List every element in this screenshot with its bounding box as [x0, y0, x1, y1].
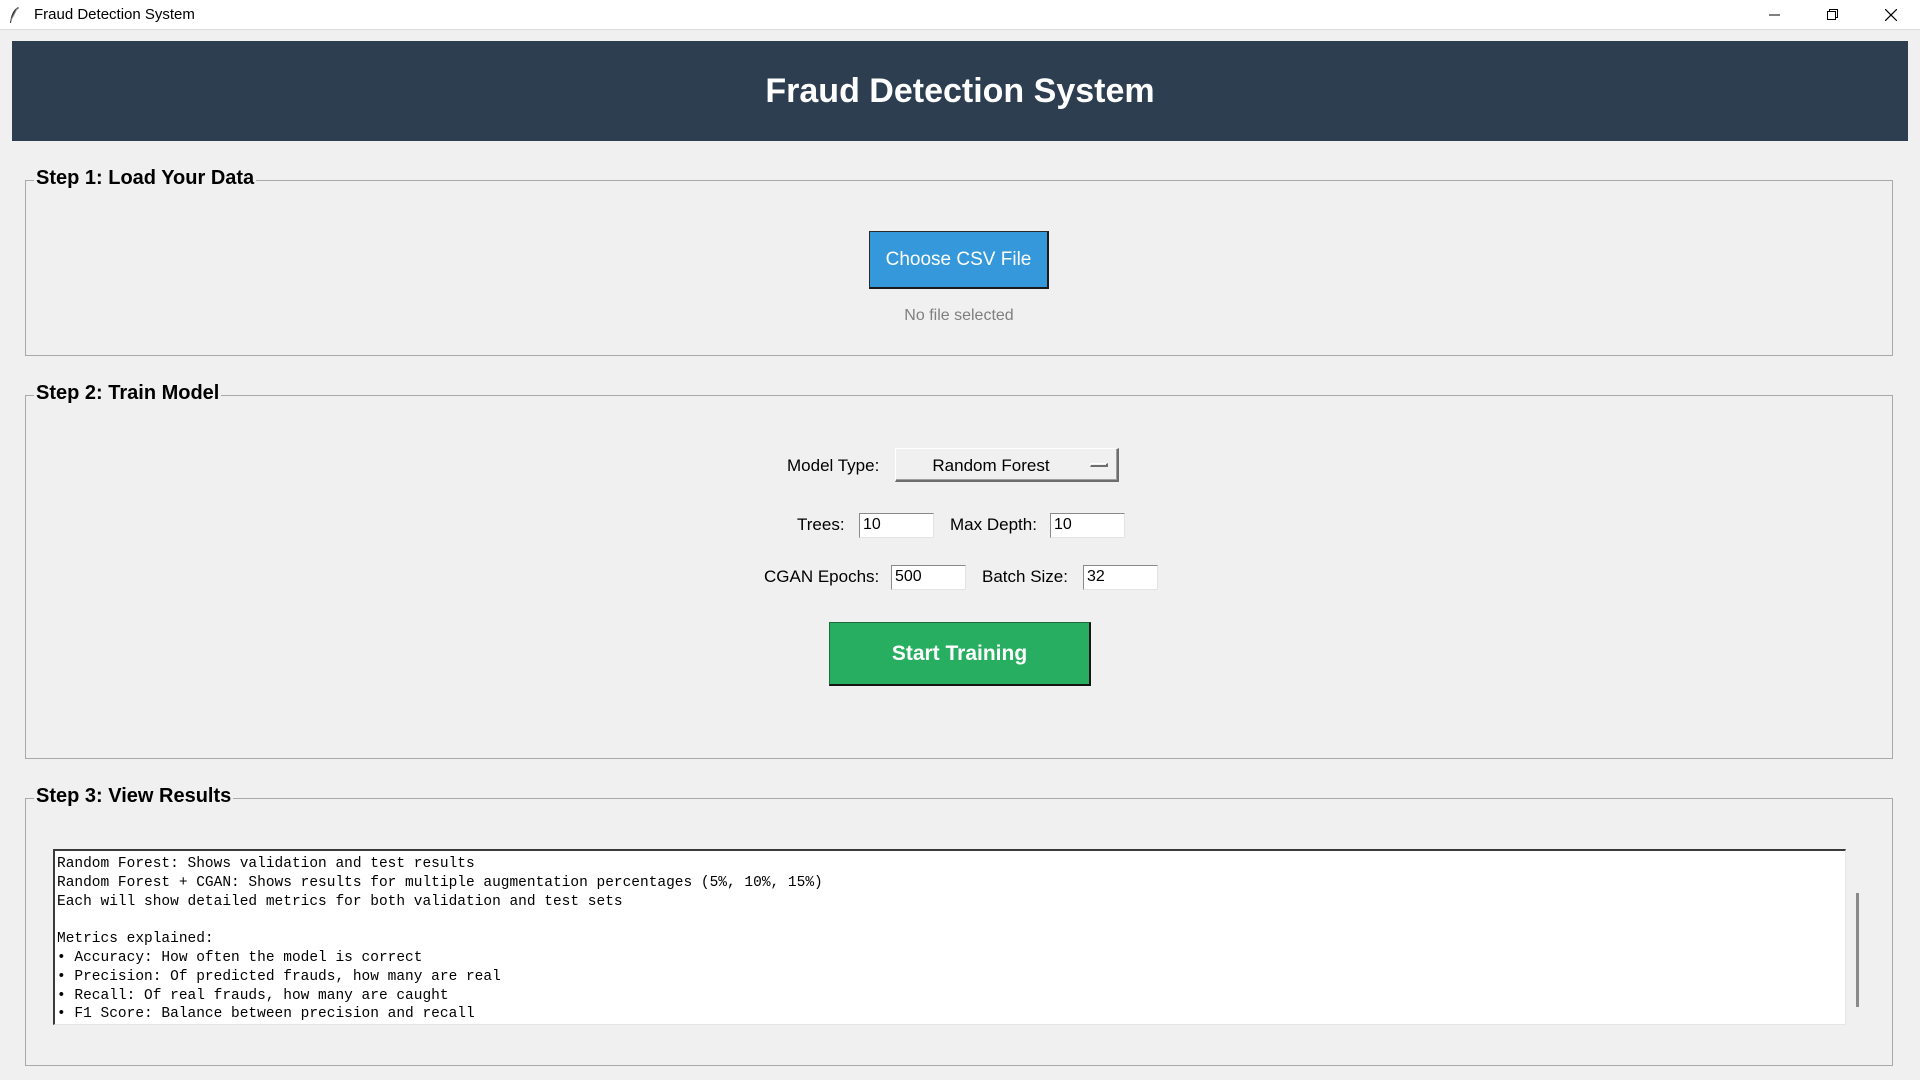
cgan-epochs-input[interactable]: 500	[891, 565, 966, 590]
start-training-button[interactable]: Start Training	[829, 622, 1091, 686]
feather-icon	[8, 6, 22, 24]
results-line: Random Forest: Shows validation and test…	[57, 856, 475, 872]
batch-size-label: Batch Size:	[982, 567, 1068, 586]
minimize-button[interactable]	[1746, 0, 1804, 29]
model-type-dropdown[interactable]: Random Forest	[895, 448, 1119, 482]
step1-load-data-group: Step 1: Load Your Data Choose CSV File N…	[25, 167, 1893, 356]
choose-csv-button[interactable]: Choose CSV File	[869, 231, 1049, 289]
step1-label: Step 1: Load Your Data	[34, 167, 257, 190]
close-button[interactable]	[1862, 0, 1920, 29]
model-type-label: Model Type:	[787, 456, 880, 475]
cgan-epochs-label: CGAN Epochs:	[764, 567, 880, 586]
results-line: • Accuracy: How often the model is corre…	[57, 949, 423, 966]
step2-label: Step 2: Train Model	[34, 382, 222, 405]
trees-input[interactable]: 10	[859, 513, 934, 538]
results-line	[57, 911, 1843, 930]
max-depth-label: Max Depth:	[950, 515, 1037, 534]
restore-icon	[1827, 8, 1838, 20]
model-type-value: Random Forest	[932, 456, 1050, 475]
close-icon	[1885, 8, 1897, 21]
dropdown-indicator-icon	[1090, 463, 1108, 467]
page-title: Fraud Detection System	[765, 71, 1155, 110]
trees-label: Trees:	[797, 515, 845, 534]
step2-train-model-group: Step 2: Train Model Model Type: Random F…	[25, 382, 1893, 759]
window-title: Fraud Detection System	[34, 6, 195, 23]
restore-button[interactable]	[1804, 0, 1862, 29]
window-titlebar: Fraud Detection System	[0, 0, 1920, 30]
results-line: • Precision: Of predicted frauds, how ma…	[57, 968, 501, 985]
results-line: Each will show detailed metrics for both…	[57, 893, 623, 910]
file-status-text: No file selected	[904, 307, 1014, 324]
results-line: • Recall: Of real frauds, how many are c…	[57, 987, 449, 1004]
minimize-icon	[1769, 14, 1780, 15]
results-text-area[interactable]: Random Forest: Shows validation and test…	[53, 849, 1846, 1025]
batch-size-input[interactable]: 32	[1083, 565, 1158, 590]
results-line: • F1 Score: Balance between precision an…	[57, 1006, 475, 1023]
step3-view-results-group: Step 3: View Results Random Forest: Show…	[25, 785, 1893, 1066]
step3-label: Step 3: View Results	[34, 785, 234, 808]
window-controls	[1746, 0, 1920, 29]
max-depth-input[interactable]: 10	[1050, 513, 1125, 538]
results-line: Random Forest + CGAN: Shows results for …	[57, 874, 823, 891]
header-banner: Fraud Detection System	[12, 41, 1908, 141]
results-scrollbar[interactable]	[1856, 893, 1859, 1007]
results-line: Metrics explained:	[57, 931, 214, 948]
